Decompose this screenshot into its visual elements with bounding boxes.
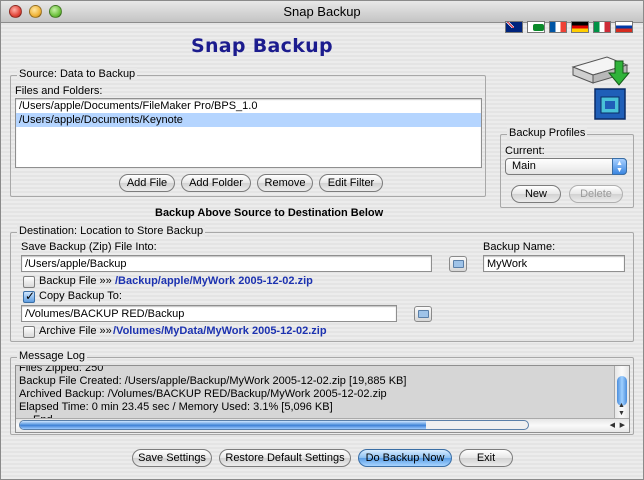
backup-file-checkbox[interactable] [23, 276, 35, 288]
germany-flag-icon[interactable] [571, 21, 589, 33]
copy-backup-label: Copy Backup To: [39, 290, 122, 302]
source-legend: Source: Data to Backup [17, 68, 138, 80]
esperanto-flag-icon[interactable] [527, 21, 545, 33]
log-line: Files Zipped: 250 [19, 365, 104, 374]
message-log[interactable]: Files Zipped: 250 Backup File Created: /… [15, 365, 630, 433]
backup-progress-bar [19, 420, 529, 430]
archive-file-path: /Volumes/MyData/MyWork 2005-12-02.zip [113, 325, 327, 337]
backup-progress-fill [20, 421, 427, 429]
backup-file-label: Backup File »» [39, 275, 112, 287]
save-into-label: Save Backup (Zip) File Into: [21, 241, 157, 253]
title-bar[interactable]: Snap Backup [1, 1, 643, 23]
scroll-down-icon[interactable]: ▼ [618, 410, 625, 417]
add-file-button[interactable]: Add File [119, 174, 175, 192]
edit-filter-button[interactable]: Edit Filter [319, 174, 383, 192]
list-item[interactable]: /Users/apple/Documents/Keynote [16, 113, 481, 127]
source-destination-divider-text: Backup Above Source to Destination Below [155, 207, 384, 219]
log-line: Backup File Created: /Users/apple/Backup… [19, 375, 407, 387]
add-folder-button[interactable]: Add Folder [181, 174, 251, 192]
do-backup-now-button[interactable]: Do Backup Now [358, 449, 452, 467]
list-item[interactable]: /Users/apple/Documents/FileMaker Pro/BPS… [16, 99, 481, 113]
italy-flag-icon[interactable] [593, 21, 611, 33]
files-and-folders-label: Files and Folders: [15, 85, 103, 97]
delete-profile-button[interactable]: Delete [569, 185, 623, 203]
message-log-legend: Message Log [17, 350, 88, 362]
france-flag-icon[interactable] [549, 21, 567, 33]
russia-flag-icon[interactable] [615, 21, 633, 33]
source-group: Source: Data to Backup Files and Folders… [10, 68, 486, 197]
remove-button[interactable]: Remove [257, 174, 313, 192]
minimize-window-icon[interactable] [29, 5, 42, 18]
archive-file-checkbox[interactable] [23, 326, 35, 338]
choose-save-folder-button[interactable] [449, 256, 467, 272]
backup-name-label: Backup Name: [483, 241, 556, 253]
current-profile-label: Current: [505, 145, 545, 157]
snap-backup-logo-icon [571, 56, 631, 120]
backup-profiles-group: Backup Profiles Current: Main ▲ ▼ New Del… [500, 127, 634, 208]
scroll-up-icon[interactable]: ▲ [618, 402, 625, 409]
app-title: Snap Backup [191, 35, 333, 57]
backup-profiles-legend: Backup Profiles [507, 127, 588, 139]
scroll-right-icon[interactable]: ▶ [620, 421, 625, 429]
destination-legend: Destination: Location to Store Backup [17, 225, 206, 237]
current-profile-select[interactable]: Main ▲ ▼ [505, 158, 627, 175]
source-file-list[interactable]: /Users/apple/Documents/FileMaker Pro/BPS… [15, 98, 482, 168]
log-line: Elapsed Time: 0 min 23.45 sec / Memory U… [19, 401, 333, 413]
restore-defaults-button[interactable]: Restore Default Settings [219, 449, 351, 467]
window-title: Snap Backup [283, 4, 361, 19]
current-profile-value: Main [512, 160, 536, 172]
destination-group: Destination: Location to Store Backup Sa… [10, 225, 634, 342]
select-arrows-icon: ▲ ▼ [612, 158, 627, 175]
copy-backup-input[interactable] [21, 305, 397, 322]
new-profile-button[interactable]: New [511, 185, 561, 203]
choose-copy-folder-button[interactable] [414, 306, 432, 322]
close-window-icon[interactable] [9, 5, 22, 18]
message-log-group: Message Log Files Zipped: 250 Backup Fil… [10, 350, 634, 435]
exit-button[interactable]: Exit [459, 449, 513, 467]
log-vertical-scrollbar[interactable]: ▲ ▼ [614, 366, 629, 418]
australia-flag-icon[interactable] [505, 21, 523, 33]
folder-icon [453, 260, 464, 268]
log-horizontal-scrollbar[interactable]: ◀ ▶ [16, 418, 629, 432]
log-line: Archived Backup: /Volumes/BACKUP RED/Bac… [19, 388, 387, 400]
copy-backup-checkbox[interactable] [23, 289, 35, 303]
app-window: Snap Backup Snap Backup Source: Data to … [0, 0, 644, 480]
scroll-left-icon[interactable]: ◀ [610, 421, 615, 429]
save-into-input[interactable] [21, 255, 432, 272]
backup-file-path: /Backup/apple/MyWork 2005-12-02.zip [115, 275, 313, 287]
language-flags [505, 21, 633, 33]
backup-name-input[interactable] [483, 255, 625, 272]
folder-icon [418, 310, 429, 318]
zoom-window-icon[interactable] [49, 5, 62, 18]
save-settings-button[interactable]: Save Settings [132, 449, 212, 467]
archive-file-label: Archive File »» [39, 325, 112, 337]
